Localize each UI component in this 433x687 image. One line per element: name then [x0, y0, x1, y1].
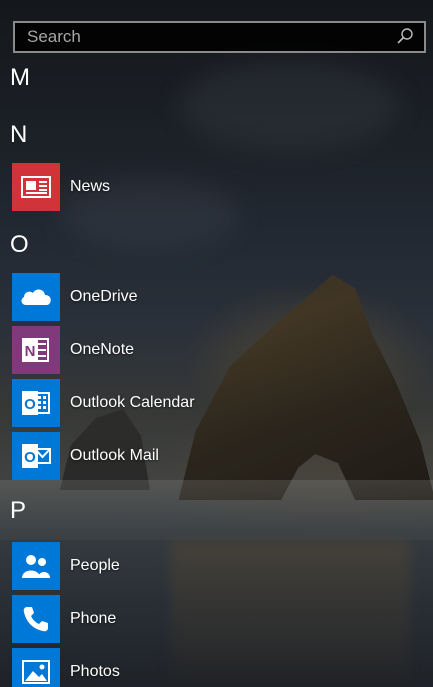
app-label-onedrive: OneDrive [70, 288, 138, 305]
outlook-mail-icon: O [12, 432, 60, 480]
app-item-news[interactable]: News [12, 163, 432, 211]
group-letter-p[interactable]: P [10, 497, 26, 525]
app-item-onenote[interactable]: N OneNote [12, 326, 432, 374]
app-label-phone: Phone [70, 610, 117, 627]
news-icon [12, 163, 60, 211]
app-item-onedrive[interactable]: OneDrive [12, 273, 432, 321]
svg-text:O: O [24, 396, 36, 413]
app-label-onenote: OneNote [70, 341, 135, 358]
people-icon [12, 542, 60, 590]
svg-text:N: N [25, 343, 36, 360]
app-label-news: News [70, 178, 111, 195]
search-box[interactable]: Search [13, 21, 426, 53]
app-label-outlook-mail: Outlook Mail [70, 447, 159, 464]
app-item-photos[interactable]: Photos [12, 648, 432, 687]
start-screen: Search M N News O OneDrive N OneNote O O… [0, 0, 433, 687]
photos-icon [12, 648, 60, 687]
app-label-people: People [70, 557, 120, 574]
group-letter-o[interactable]: O [10, 231, 29, 259]
group-letter-n[interactable]: N [10, 121, 27, 149]
app-item-phone[interactable]: Phone [12, 595, 432, 643]
phone-icon [12, 595, 60, 643]
search-input[interactable]: Search [15, 27, 394, 47]
onenote-icon: N [12, 326, 60, 374]
onedrive-icon [12, 273, 60, 321]
app-item-people[interactable]: People [12, 542, 432, 590]
search-icon[interactable] [394, 26, 416, 48]
svg-text:O: O [24, 449, 36, 466]
app-item-outlook-mail[interactable]: O Outlook Mail [12, 432, 432, 480]
outlook-calendar-icon: O [12, 379, 60, 427]
app-label-outlook-calendar: Outlook Calendar [70, 394, 195, 411]
app-item-outlook-calendar[interactable]: O Outlook Calendar [12, 379, 432, 427]
app-label-photos: Photos [70, 663, 120, 680]
group-letter-m[interactable]: M [10, 64, 30, 92]
